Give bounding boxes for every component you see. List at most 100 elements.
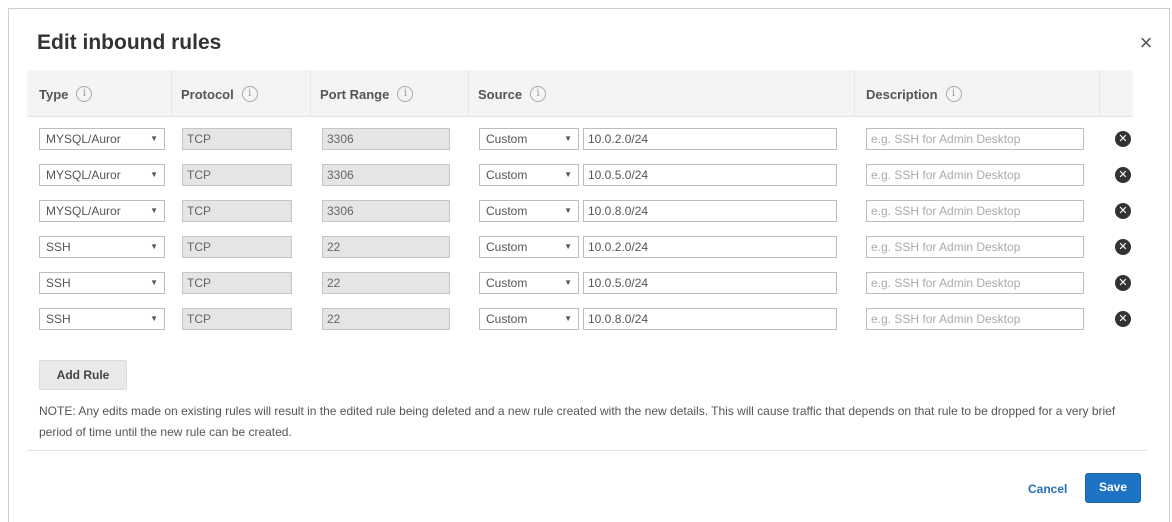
table-row: MYSQL/Auror ▼ TCP 3306 Custom ▼ 10.0.2.0… [27, 121, 1133, 157]
chevron-down-icon: ▼ [150, 242, 158, 251]
source-select[interactable]: Custom ▼ [479, 128, 579, 150]
cidr-input[interactable]: 10.0.8.0/24 [583, 308, 837, 330]
delete-rule-icon[interactable]: ✕ [1115, 167, 1131, 183]
table-row: MYSQL/Auror ▼ TCP 3306 Custom ▼ 10.0.5.0… [27, 157, 1133, 193]
chevron-down-icon: ▼ [564, 206, 572, 215]
type-select[interactable]: MYSQL/Auror ▼ [39, 164, 165, 186]
port-range-field: 22 [322, 308, 450, 330]
column-divider [468, 70, 469, 116]
source-select-value: Custom [486, 240, 528, 254]
chevron-down-icon: ▼ [564, 170, 572, 179]
table-body: MYSQL/Auror ▼ TCP 3306 Custom ▼ 10.0.2.0… [27, 117, 1133, 337]
rules-table: Type i Protocol i Port Range i Source i … [27, 70, 1133, 337]
protocol-field: TCP [182, 200, 292, 222]
cancel-button[interactable]: Cancel [1028, 482, 1067, 496]
type-select-value: SSH [46, 312, 71, 326]
chevron-down-icon: ▼ [150, 206, 158, 215]
source-select[interactable]: Custom ▼ [479, 236, 579, 258]
delete-rule-icon[interactable]: ✕ [1115, 239, 1131, 255]
dialog-title: Edit inbound rules [37, 31, 222, 54]
chevron-down-icon: ▼ [150, 278, 158, 287]
footer-divider [27, 450, 1147, 451]
dialog-header: Edit inbound rules × [9, 9, 1169, 75]
column-divider [854, 70, 855, 116]
header-source-label: Source [478, 86, 523, 102]
table-row: MYSQL/Auror ▼ TCP 3306 Custom ▼ 10.0.8.0… [27, 193, 1133, 229]
header-source: Source i [478, 86, 547, 102]
type-select-value: MYSQL/Auror [46, 132, 121, 146]
type-select[interactable]: SSH ▼ [39, 308, 165, 330]
chevron-down-icon: ▼ [564, 314, 572, 323]
port-range-field: 22 [322, 272, 450, 294]
header-port-range: Port Range i [320, 86, 414, 102]
type-select[interactable]: MYSQL/Auror ▼ [39, 128, 165, 150]
delete-rule-icon[interactable]: ✕ [1115, 131, 1131, 147]
column-divider [1099, 70, 1100, 116]
description-input[interactable]: e.g. SSH for Admin Desktop [866, 200, 1084, 222]
column-divider [310, 70, 311, 116]
cidr-input[interactable]: 10.0.2.0/24 [583, 236, 837, 258]
protocol-field: TCP [182, 308, 292, 330]
column-divider [171, 70, 172, 116]
source-select-value: Custom [486, 168, 528, 182]
delete-rule-icon[interactable]: ✕ [1115, 203, 1131, 219]
header-description: Description i [866, 86, 962, 102]
table-header: Type i Protocol i Port Range i Source i … [27, 70, 1133, 117]
header-port-range-label: Port Range [320, 86, 390, 102]
edit-warning-note: NOTE: Any edits made on existing rules w… [39, 404, 1116, 439]
cidr-input[interactable]: 10.0.2.0/24 [583, 128, 837, 150]
info-icon[interactable]: i [76, 86, 93, 102]
description-input[interactable]: e.g. SSH for Admin Desktop [866, 236, 1084, 258]
chevron-down-icon: ▼ [150, 170, 158, 179]
protocol-field: TCP [182, 272, 292, 294]
header-type-label: Type [39, 86, 69, 102]
port-range-field: 3306 [322, 128, 450, 150]
add-rule-button[interactable]: Add Rule [39, 360, 127, 390]
chevron-down-icon: ▼ [564, 134, 572, 143]
type-select-value: SSH [46, 276, 71, 290]
type-select[interactable]: SSH ▼ [39, 272, 165, 294]
source-select-value: Custom [486, 312, 528, 326]
header-description-label: Description [866, 86, 938, 102]
cidr-input[interactable]: 10.0.5.0/24 [583, 272, 837, 294]
delete-rule-icon[interactable]: ✕ [1115, 275, 1131, 291]
type-select[interactable]: SSH ▼ [39, 236, 165, 258]
table-row: SSH ▼ TCP 22 Custom ▼ 10.0.8.0/24 e.g. S… [27, 301, 1133, 337]
source-select[interactable]: Custom ▼ [479, 272, 579, 294]
info-icon[interactable]: i [241, 86, 258, 102]
cidr-input[interactable]: 10.0.8.0/24 [583, 200, 837, 222]
delete-rule-icon[interactable]: ✕ [1115, 311, 1131, 327]
source-select[interactable]: Custom ▼ [479, 308, 579, 330]
description-input[interactable]: e.g. SSH for Admin Desktop [866, 128, 1084, 150]
source-select[interactable]: Custom ▼ [479, 164, 579, 186]
source-select-value: Custom [486, 276, 528, 290]
close-icon[interactable]: × [1135, 32, 1157, 55]
table-row: SSH ▼ TCP 22 Custom ▼ 10.0.5.0/24 e.g. S… [27, 265, 1133, 301]
description-input[interactable]: e.g. SSH for Admin Desktop [866, 164, 1084, 186]
header-protocol: Protocol i [181, 86, 258, 102]
source-select-value: Custom [486, 132, 528, 146]
table-row: SSH ▼ TCP 22 Custom ▼ 10.0.2.0/24 e.g. S… [27, 229, 1133, 265]
cidr-input[interactable]: 10.0.5.0/24 [583, 164, 837, 186]
port-range-field: 3306 [322, 200, 450, 222]
chevron-down-icon: ▼ [150, 314, 158, 323]
save-button[interactable]: Save [1085, 473, 1141, 503]
header-protocol-label: Protocol [181, 86, 234, 102]
description-input[interactable]: e.g. SSH for Admin Desktop [866, 272, 1084, 294]
type-select-value: MYSQL/Auror [46, 168, 121, 182]
type-select-value: SSH [46, 240, 71, 254]
chevron-down-icon: ▼ [564, 242, 572, 251]
type-select-value: MYSQL/Auror [46, 204, 121, 218]
description-input[interactable]: e.g. SSH for Admin Desktop [866, 308, 1084, 330]
info-icon[interactable]: i [945, 86, 962, 102]
type-select[interactable]: MYSQL/Auror ▼ [39, 200, 165, 222]
info-icon[interactable]: i [397, 86, 414, 102]
protocol-field: TCP [182, 236, 292, 258]
header-type: Type i [39, 86, 93, 102]
info-icon[interactable]: i [530, 86, 547, 102]
port-range-field: 22 [322, 236, 450, 258]
chevron-down-icon: ▼ [150, 134, 158, 143]
protocol-field: TCP [182, 128, 292, 150]
source-select[interactable]: Custom ▼ [479, 200, 579, 222]
chevron-down-icon: ▼ [564, 278, 572, 287]
